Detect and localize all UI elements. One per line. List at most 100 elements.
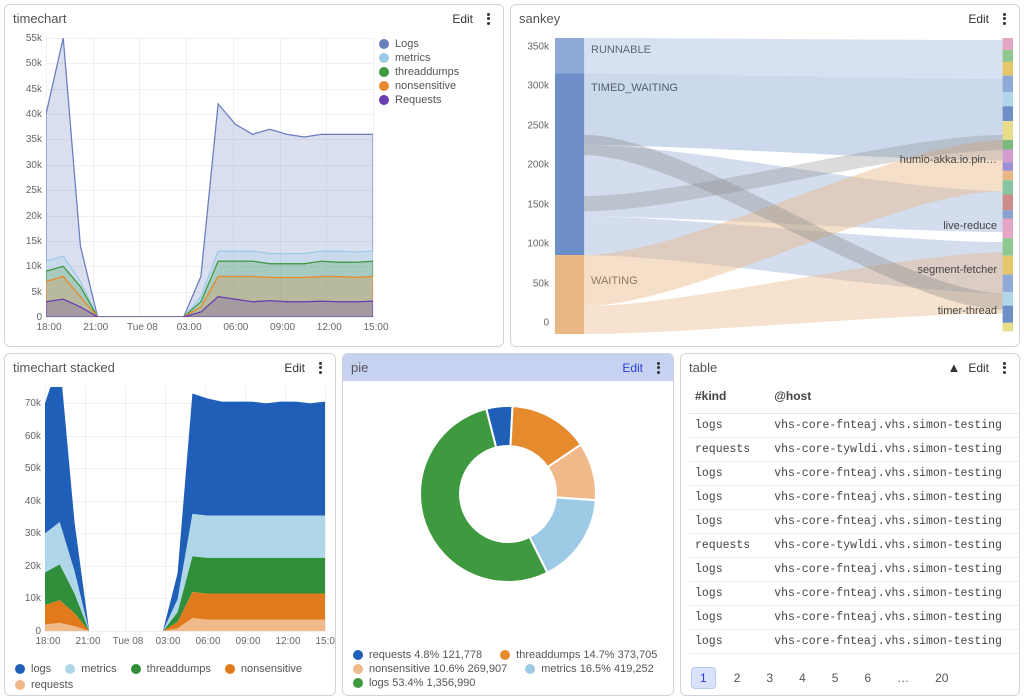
table-row[interactable]: requestsvhs-core-tywldi.vhs.simon-testin… <box>689 438 1019 462</box>
cell: vhs-core-fnteaj.vhs.simon-testing <box>768 582 1019 606</box>
more-icon[interactable] <box>651 361 665 375</box>
y-tick: 60k <box>11 431 41 442</box>
swatch-icon <box>525 664 535 674</box>
plot-area[interactable]: 010k20k30k40k50k60k70k18:0021:00Tue 0803… <box>45 387 325 631</box>
legend: logs metrics threaddumps nonsensitive reques… <box>15 663 327 691</box>
more-icon[interactable] <box>997 361 1011 375</box>
table-row[interactable]: logsvhs-core-fnteaj.vhs.simon-testing <box>689 606 1019 630</box>
legend-item[interactable]: logs <box>15 663 51 675</box>
swatch-icon <box>131 664 141 674</box>
pie-area[interactable]: requests 4.8% 121,778 threaddumps 14.7% 3… <box>343 381 673 695</box>
cell: logs <box>689 414 768 438</box>
plot-area[interactable]: 05k10k15k20k25k30k35k40k45k50k55k18:0021… <box>45 38 373 318</box>
cell: vhs-core-fnteaj.vhs.simon-testing <box>768 414 1019 438</box>
table-row[interactable]: requestsvhs-core-tywldi.vhs.simon-testin… <box>689 534 1019 558</box>
legend-item[interactable]: metrics <box>65 663 116 675</box>
legend-label: metrics 16.5% 419,252 <box>541 663 654 675</box>
swatch-icon <box>15 680 25 690</box>
legend-label: nonsensitive <box>395 80 456 92</box>
edit-button[interactable]: Edit <box>968 12 989 26</box>
table-row[interactable]: logsvhs-core-fnteaj.vhs.simon-testing <box>689 630 1019 654</box>
table-area: #kind@hostlogsvhs-core-fnteaj.vhs.simon-… <box>681 381 1019 695</box>
data-table: #kind@hostlogsvhs-core-fnteaj.vhs.simon-… <box>689 381 1019 654</box>
more-icon[interactable] <box>313 361 327 375</box>
y-tick: 20k <box>11 561 41 572</box>
y-tick: 40k <box>11 496 41 507</box>
y-tick: 350k <box>527 41 549 52</box>
legend-item[interactable]: requests 4.8% 121,778 <box>353 649 482 661</box>
legend-label: nonsensitive <box>241 663 302 675</box>
cell: vhs-core-fnteaj.vhs.simon-testing <box>768 606 1019 630</box>
panel-timechart-stacked: timechart stacked Edit 010k20k30k40k50k6… <box>4 353 336 696</box>
swatch-icon <box>379 67 389 77</box>
table-row[interactable]: logsvhs-core-fnteaj.vhs.simon-testing <box>689 462 1019 486</box>
cell: logs <box>689 582 768 606</box>
table-row[interactable]: logsvhs-core-fnteaj.vhs.simon-testing <box>689 558 1019 582</box>
panel-header: timechart stacked Edit <box>5 354 335 381</box>
y-tick: 100k <box>527 239 549 250</box>
edit-button[interactable]: Edit <box>284 361 305 375</box>
x-tick: 06:00 <box>216 322 256 333</box>
legend-item[interactable]: threaddumps 14.7% 373,705 <box>500 649 657 661</box>
pagination-page[interactable]: 3 <box>758 668 781 688</box>
edit-button[interactable]: Edit <box>968 361 989 375</box>
legend-item[interactable]: nonsensitive 10.6% 269,907 <box>353 663 507 675</box>
legend-item[interactable]: Requests <box>379 94 499 106</box>
pie-legend: requests 4.8% 121,778 threaddumps 14.7% 3… <box>353 649 663 689</box>
legend-item[interactable]: logs 53.4% 1,356,990 <box>353 677 475 689</box>
timechart-area: 05k10k15k20k25k30k35k40k45k50k55k18:0021… <box>5 32 503 346</box>
legend-item[interactable]: nonsensitive <box>225 663 302 675</box>
pagination: 123456…20 <box>691 667 956 689</box>
pagination-page[interactable]: 2 <box>726 668 749 688</box>
cell: vhs-core-tywldi.vhs.simon-testing <box>768 534 1019 558</box>
timechart-stacked-area: 010k20k30k40k50k60k70k18:0021:00Tue 0803… <box>5 381 335 695</box>
panel-title: timechart <box>13 11 452 26</box>
legend-label: logs 53.4% 1,356,990 <box>369 677 475 689</box>
cell: vhs-core-fnteaj.vhs.simon-testing <box>768 630 1019 654</box>
legend-label: threaddumps <box>395 66 459 78</box>
legend: Logs metrics threaddumps nonsensitive Reques… <box>379 38 499 108</box>
table-row[interactable]: logsvhs-core-fnteaj.vhs.simon-testing <box>689 582 1019 606</box>
x-tick: 09:00 <box>228 636 268 647</box>
legend-item[interactable]: threaddumps <box>379 66 499 78</box>
pagination-page[interactable]: 5 <box>824 668 847 688</box>
table-row[interactable]: logsvhs-core-fnteaj.vhs.simon-testing <box>689 510 1019 534</box>
table-row[interactable]: logsvhs-core-fnteaj.vhs.simon-testing <box>689 486 1019 510</box>
legend-item[interactable]: nonsensitive <box>379 80 499 92</box>
legend-item[interactable]: threaddumps <box>131 663 211 675</box>
legend-item[interactable]: Logs <box>379 38 499 50</box>
pagination-page[interactable]: 4 <box>791 668 814 688</box>
legend-item[interactable]: requests <box>15 679 73 691</box>
x-tick: 09:00 <box>263 322 303 333</box>
legend-item[interactable]: metrics <box>379 52 499 64</box>
x-tick: Tue 08 <box>108 636 148 647</box>
x-tick: 18:00 <box>28 636 68 647</box>
more-icon[interactable] <box>997 12 1011 26</box>
y-tick: 55k <box>12 33 42 44</box>
y-tick: 300k <box>527 81 549 92</box>
pagination-page[interactable]: 6 <box>856 668 879 688</box>
sankey-area[interactable]: 050k100k150k200k250k300k350kRUNNABLETIME… <box>511 32 1019 346</box>
swatch-icon <box>379 53 389 63</box>
y-tick: 200k <box>527 160 549 171</box>
y-tick: 5k <box>12 287 42 298</box>
swatch-icon <box>15 664 25 674</box>
panel-title: pie <box>351 360 622 375</box>
y-tick: 10k <box>12 261 42 272</box>
y-tick: 25k <box>12 185 42 196</box>
x-tick: 06:00 <box>188 636 228 647</box>
column-header[interactable]: #kind <box>689 381 768 414</box>
pagination-page[interactable]: 20 <box>927 668 956 688</box>
legend-item[interactable]: metrics 16.5% 419,252 <box>525 663 654 675</box>
table-row[interactable]: logsvhs-core-fnteaj.vhs.simon-testing <box>689 414 1019 438</box>
y-tick: 50k <box>12 58 42 69</box>
edit-button[interactable]: Edit <box>452 12 473 26</box>
y-tick: 0 <box>543 318 549 329</box>
y-tick: 250k <box>527 120 549 131</box>
panel-header: sankey Edit <box>511 5 1019 32</box>
edit-button[interactable]: Edit <box>622 361 643 375</box>
more-icon[interactable] <box>481 12 495 26</box>
pagination-page[interactable]: 1 <box>691 667 716 689</box>
column-header[interactable]: @host <box>768 381 1019 414</box>
y-tick: 50k <box>11 463 41 474</box>
